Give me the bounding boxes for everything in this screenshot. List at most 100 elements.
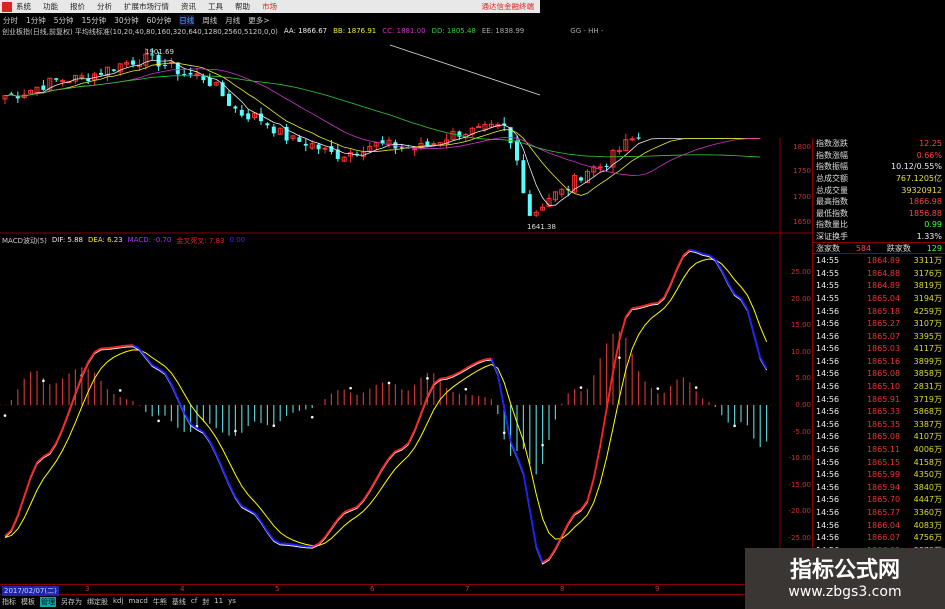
stat-value: 1.33% bbox=[916, 232, 942, 242]
trend-segment bbox=[676, 254, 685, 269]
trade-time: 14:56 bbox=[816, 520, 840, 530]
candle bbox=[9, 93, 14, 95]
macd-name[interactable]: MACD波动(5) bbox=[2, 236, 47, 246]
tab-cf[interactable]: cf bbox=[191, 597, 197, 607]
candle bbox=[380, 140, 385, 144]
stat-label: 深证换手 bbox=[816, 232, 848, 242]
trend-segment bbox=[49, 442, 57, 454]
macd-dot bbox=[733, 424, 736, 428]
trend-segment bbox=[286, 542, 294, 546]
trade-time: 14:55 bbox=[816, 293, 840, 303]
candle bbox=[246, 113, 251, 120]
trade-time: 14:56 bbox=[816, 319, 840, 329]
trend-segment bbox=[120, 344, 127, 348]
candle bbox=[297, 137, 302, 142]
trend-segment bbox=[381, 457, 390, 469]
macd-axis-label: -25.00 bbox=[788, 534, 811, 542]
trade-time: 14:56 bbox=[816, 482, 840, 492]
trade-price: 1865.08 bbox=[866, 432, 901, 442]
macd-dot bbox=[387, 381, 391, 385]
trade-time: 14:56 bbox=[816, 533, 840, 543]
macd-dot bbox=[157, 419, 160, 423]
trade-time: 14:55 bbox=[816, 268, 840, 278]
candle bbox=[636, 137, 641, 139]
macd-axis-label: 20.00 bbox=[790, 294, 811, 303]
trade-time: 14:55 bbox=[816, 256, 840, 266]
tab-指标[interactable]: 指标 bbox=[2, 597, 16, 607]
trade-row: 14:56 1865.15 4158万 bbox=[813, 456, 945, 469]
trade-price: 1865.15 bbox=[866, 457, 901, 467]
candle bbox=[316, 144, 321, 150]
trade-price: 1865.03 bbox=[866, 344, 901, 354]
candle bbox=[515, 140, 519, 161]
trade-row: 14:55 1865.04 3194万 bbox=[813, 292, 945, 305]
macd-value: MACD: -0.70 bbox=[127, 236, 172, 244]
trade-volume: 4259万 bbox=[913, 306, 942, 316]
trend-segment bbox=[234, 496, 243, 507]
trade-row: 14:56 1865.27 3107万 bbox=[813, 317, 945, 330]
tab-管理[interactable]: 管理 bbox=[40, 597, 56, 607]
trade-price: 1865.99 bbox=[866, 470, 901, 480]
trade-row: 14:56 1865.94 3840万 bbox=[813, 481, 945, 494]
trend-segment bbox=[440, 376, 447, 380]
trend-segment bbox=[388, 450, 397, 459]
trade-volume: 4083万 bbox=[913, 520, 942, 530]
trend-segment bbox=[509, 440, 518, 457]
macd-axis-label: -10.00 bbox=[788, 454, 811, 463]
trade-volume: 3107万 bbox=[913, 319, 942, 329]
trade-volume: 3819万 bbox=[913, 281, 942, 291]
trend-segment bbox=[375, 467, 384, 480]
candle bbox=[265, 123, 270, 126]
candle bbox=[629, 138, 635, 141]
tab-模板[interactable]: 模板 bbox=[21, 597, 35, 607]
tab-kdj[interactable]: kdj bbox=[113, 597, 123, 607]
trade-volume: 2831万 bbox=[913, 382, 942, 392]
trend-segment bbox=[554, 535, 563, 550]
trend-segment bbox=[68, 393, 77, 412]
trend-segment bbox=[740, 298, 749, 310]
stat-label: 指数涨跌 bbox=[816, 139, 848, 149]
macd-axis-label: 5.00 bbox=[795, 374, 811, 383]
macd-extra2: 0.00 bbox=[229, 236, 246, 244]
tab-牛熊[interactable]: 牛熊 bbox=[153, 597, 167, 607]
tab-ys[interactable]: ys bbox=[228, 597, 236, 607]
trend-segment bbox=[651, 301, 658, 305]
tab-基线[interactable]: 基线 bbox=[172, 597, 186, 607]
candle bbox=[220, 82, 225, 97]
macd-dot bbox=[618, 356, 621, 359]
stat-row: 指数涨幅 0.66% bbox=[813, 150, 945, 162]
trend-segment bbox=[337, 511, 345, 520]
stat-label: 最高指数 bbox=[816, 197, 848, 207]
tab-macd[interactable]: macd bbox=[128, 597, 147, 607]
trend-segment bbox=[324, 527, 333, 538]
trend-segment bbox=[407, 430, 416, 444]
candle bbox=[271, 126, 276, 134]
up-count: 584 bbox=[855, 243, 872, 253]
trade-volume: 5868万 bbox=[913, 407, 942, 417]
candle bbox=[182, 74, 187, 76]
tab-封[interactable]: 封 bbox=[202, 597, 209, 607]
tab-另存为[interactable]: 另存为 bbox=[61, 597, 82, 607]
chart-canvas[interactable]: 1901.69 1641.38 bbox=[0, 0, 812, 584]
candle bbox=[579, 177, 583, 181]
date-tick: 8 bbox=[560, 585, 565, 593]
date-tick: 3 bbox=[85, 585, 90, 593]
trade-price: 1865.70 bbox=[866, 495, 901, 505]
tab-绑定股[interactable]: 绑定股 bbox=[87, 597, 108, 607]
trade-price: 1864.89 bbox=[866, 281, 901, 291]
date-tick: 5 bbox=[275, 585, 280, 593]
stat-row: 指数涨跌 12.25 bbox=[813, 138, 945, 150]
trade-price: 1866.04 bbox=[866, 520, 901, 530]
tick-list[interactable]: 14:55 1864.89 3311万 14:55 1864.88 3176万 14:55 1… bbox=[813, 254, 945, 569]
macd-axis-label: 15.00 bbox=[790, 321, 811, 330]
trade-time: 14:56 bbox=[816, 331, 840, 341]
macd-dot bbox=[234, 429, 237, 433]
trade-volume: 4006万 bbox=[913, 445, 942, 455]
candle bbox=[233, 106, 238, 109]
tab-11[interactable]: 11 bbox=[214, 597, 223, 607]
trade-row: 14:56 1865.03 4117万 bbox=[813, 343, 945, 356]
price-axis-label: 1800 bbox=[793, 143, 811, 151]
date-tick: 6 bbox=[370, 585, 375, 593]
up-count-label: 涨家数 bbox=[816, 243, 840, 253]
trend-segment bbox=[299, 544, 306, 548]
